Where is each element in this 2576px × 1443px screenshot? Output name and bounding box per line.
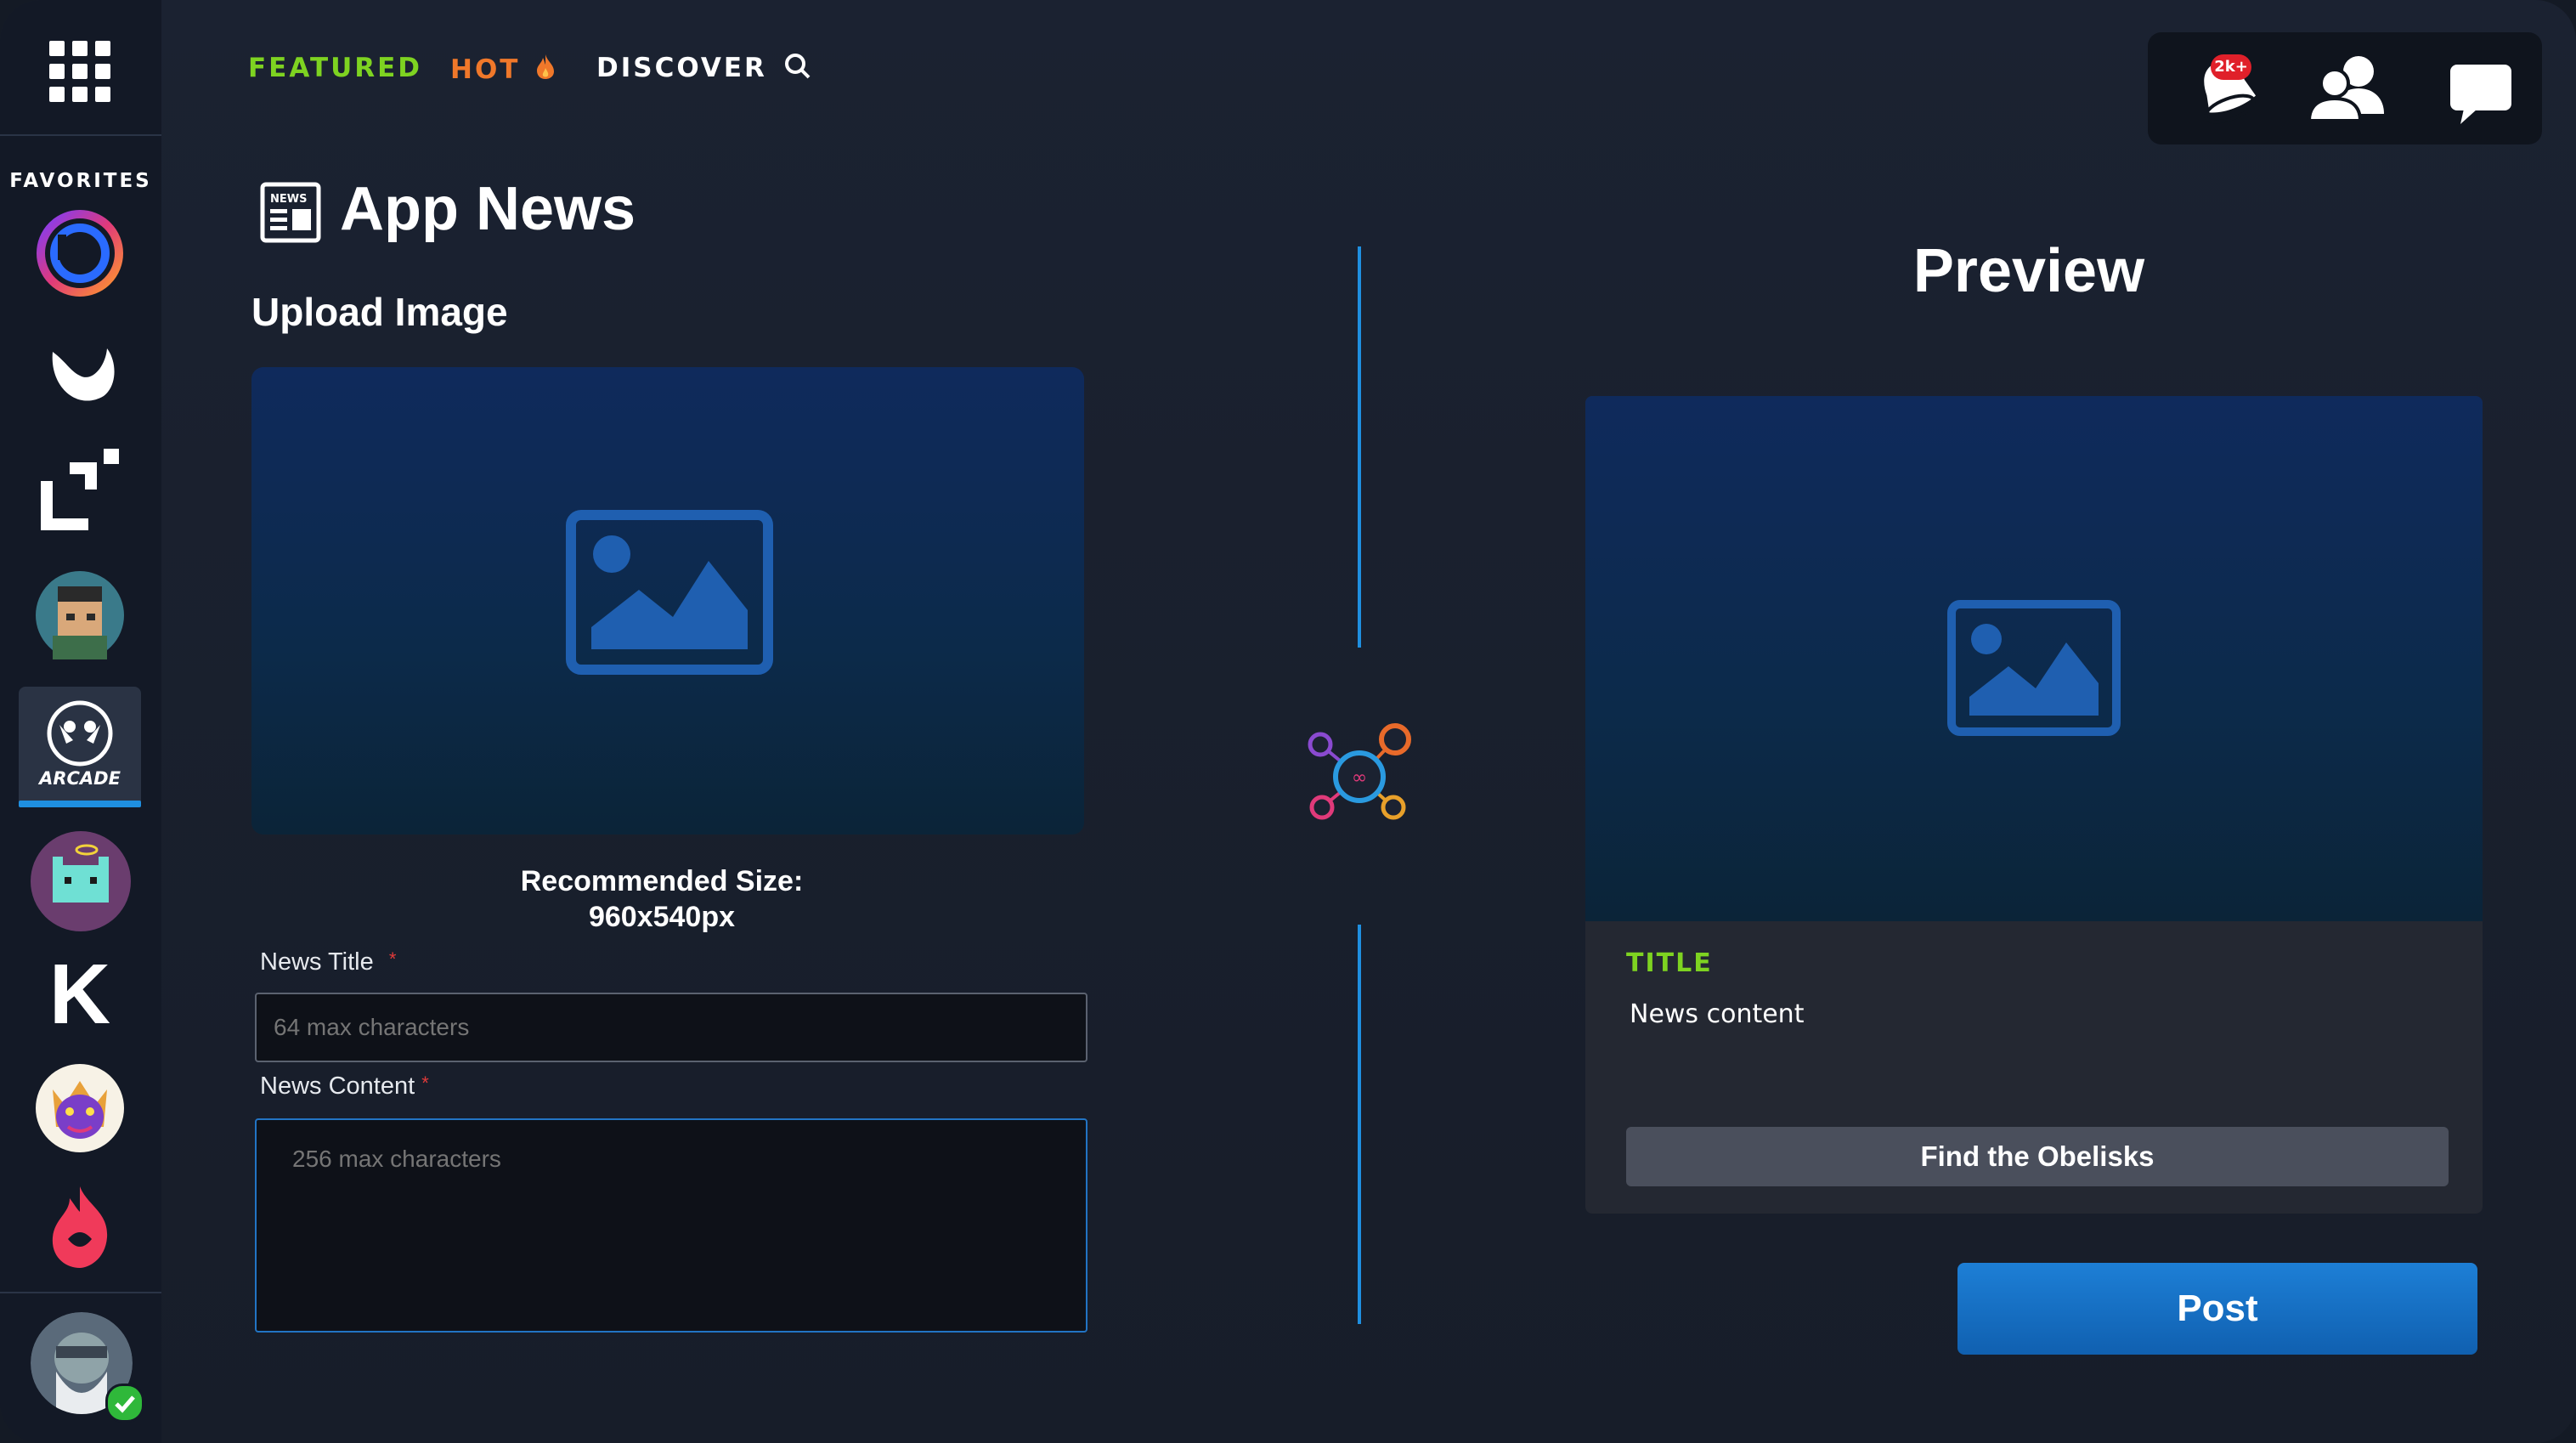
- divider-line-bottom: [1358, 925, 1361, 1324]
- svg-text:∞: ∞: [1352, 767, 1367, 789]
- nav-discover-label: DISCOVER: [596, 53, 767, 83]
- news-content-textarea[interactable]: [255, 1118, 1087, 1333]
- preview-heading: Preview: [1912, 237, 2145, 305]
- nav-discover[interactable]: DISCOVER: [596, 53, 811, 87]
- notifications-badge: 2k+: [2211, 54, 2251, 80]
- nav-hot[interactable]: HOT: [450, 53, 556, 87]
- post-button[interactable]: Post: [1957, 1263, 2477, 1355]
- apps-grid-icon[interactable]: [48, 39, 112, 104]
- upload-image-dropzone[interactable]: [251, 367, 1084, 835]
- preview-image: [1585, 396, 2483, 921]
- recommended-size-line2: 960x540px: [588, 901, 736, 933]
- connect-logo-icon: ∞: [1300, 719, 1419, 828]
- news-title-input[interactable]: [255, 993, 1087, 1062]
- fire-icon: [535, 53, 556, 87]
- app-window: FAVORITES ARCADE K FEATURED HOT DISCOVER…: [0, 0, 2576, 1443]
- news-title-label: News Title *: [260, 948, 396, 976]
- sidebar-divider: [0, 134, 161, 136]
- search-icon: [784, 53, 811, 87]
- favorite-angel-cat-icon[interactable]: [31, 831, 131, 931]
- sidebar: FAVORITES ARCADE K: [0, 0, 161, 1443]
- favorite-ring-logo-icon[interactable]: [36, 209, 124, 297]
- favorite-active-indicator: [19, 801, 141, 807]
- chat-bubble-icon[interactable]: [2438, 46, 2523, 131]
- news-icon: NEWS: [260, 182, 321, 243]
- verified-check-icon: [105, 1384, 144, 1423]
- news-title-label-text: News Title: [260, 948, 374, 976]
- news-content-label-text: News Content: [260, 1072, 415, 1100]
- favorite-crescent-icon[interactable]: [36, 328, 124, 416]
- favorite-flame-icon[interactable]: [36, 1183, 124, 1271]
- recommended-size-line1: Recommended Size:: [520, 865, 804, 897]
- required-asterisk: *: [388, 948, 397, 970]
- preview-card: TITLE News content Find the Obelisks: [1585, 396, 2483, 1214]
- recommended-size-text: Recommended Size: 960x540px: [251, 863, 1072, 935]
- preview-card-title: TITLE: [1626, 948, 1713, 978]
- page-title: App News: [340, 175, 636, 243]
- sidebar-divider-bottom: [0, 1292, 161, 1293]
- news-icon-text: NEWS: [270, 193, 307, 206]
- top-right-toolbar: [2148, 32, 2542, 144]
- favorites-label: FAVORITES: [9, 170, 152, 192]
- upload-image-heading: Upload Image: [251, 290, 508, 334]
- nav-hot-label: HOT: [450, 54, 521, 85]
- favorite-pixel-avatar-icon[interactable]: [36, 571, 124, 659]
- required-asterisk: *: [421, 1072, 429, 1094]
- news-content-label: News Content *: [260, 1072, 429, 1101]
- favorite-k-logo-icon[interactable]: K: [36, 950, 124, 1038]
- favorite-monster-icon[interactable]: [36, 1064, 124, 1152]
- nav-featured[interactable]: FEATURED: [248, 53, 422, 83]
- preview-card-content: News content: [1630, 999, 1805, 1029]
- image-placeholder-icon: [566, 510, 773, 675]
- divider-line-top: [1358, 246, 1361, 648]
- arcade-label: ARCADE: [39, 768, 121, 789]
- favorite-brackets-icon[interactable]: [36, 447, 124, 535]
- friends-icon[interactable]: [2304, 46, 2389, 131]
- preview-image-placeholder-icon: [1947, 600, 2121, 736]
- preview-card-button[interactable]: Find the Obelisks: [1626, 1127, 2449, 1186]
